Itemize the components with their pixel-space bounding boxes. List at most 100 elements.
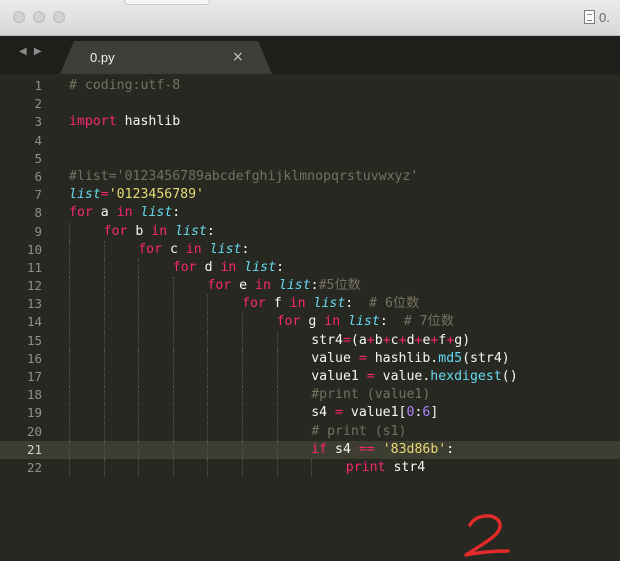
indent-guide (103, 458, 105, 478)
tab-0-py[interactable]: 0.py × (60, 41, 272, 74)
code-token: in (324, 314, 341, 330)
code-line[interactable]: 7 list='0123456789' (0, 186, 620, 204)
indent-guide (172, 404, 174, 423)
indent-guide (69, 222, 70, 241)
code-token: # 7位数 (403, 314, 454, 330)
code-token: + (382, 332, 391, 348)
code-line[interactable]: 15 str4=(a+b+c+d+e+f+g) (0, 331, 620, 350)
indent-guide (69, 295, 70, 314)
indent-guide (172, 368, 174, 387)
indent-guide (69, 277, 70, 296)
code-token: list (175, 223, 207, 239)
code-token: value1[ (342, 405, 407, 421)
code-text: for g in list: # 7位数 (277, 313, 454, 331)
code-line[interactable]: 16 value = hashlib.md5(str4) (0, 349, 620, 368)
indent-guide (69, 440, 70, 459)
line-number: 16 (26, 350, 42, 366)
code-text: value1 = value.hexdigest() (311, 368, 517, 386)
line-number: 2 (34, 96, 42, 112)
code-line[interactable]: 1 # coding:utf-8 (0, 77, 620, 95)
indent-guide (138, 458, 140, 478)
code-line[interactable]: 21 if s4 == '83d86b': (0, 440, 620, 459)
minimize-window-button[interactable] (33, 11, 45, 23)
indent-guide (276, 368, 278, 387)
code-text: import hashlib (69, 113, 180, 131)
code-token: in (220, 259, 237, 275)
code-line[interactable]: 17 value1 = value.hexdigest() (0, 368, 620, 387)
indent-guide (276, 386, 278, 405)
indent-guide (103, 440, 105, 459)
indent-guide (276, 349, 278, 368)
code-line[interactable]: 12 for e in list:#5位数 (0, 277, 620, 296)
code-token: e (231, 278, 256, 294)
zoom-window-button[interactable] (53, 11, 65, 23)
code-token: c (162, 241, 186, 257)
indent-guide (242, 440, 243, 459)
code-token: for (138, 241, 163, 257)
code-token: () (501, 369, 518, 384)
indent-guide (138, 331, 140, 350)
indent-guide (69, 258, 70, 278)
code-line[interactable]: 22 print str4 (0, 458, 620, 478)
code-text: for d in list: (173, 259, 284, 277)
code-token: in (255, 278, 271, 294)
code-line[interactable]: 13 for f in list: # 6位数 (0, 295, 620, 314)
code-token: hashlib. (366, 350, 439, 366)
code-line[interactable]: 14 for g in list: # 7位数 (0, 313, 620, 332)
indent-guide (172, 277, 174, 296)
code-line[interactable]: 19 s4 = value1[0:6] (0, 404, 620, 423)
code-token: for (207, 278, 232, 294)
code-text: for b in list: (104, 223, 215, 241)
code-token: = (342, 332, 351, 348)
nav-arrows-icon[interactable]: ◀ ▶ (19, 46, 44, 57)
indent-guide (138, 295, 140, 314)
code-token: : (241, 241, 250, 257)
line-number: 12 (26, 278, 42, 294)
code-token: : (379, 314, 404, 330)
code-line[interactable]: 18 #print (value1) (0, 386, 620, 405)
code-line[interactable]: 3 import hashlib (0, 113, 620, 131)
code-line[interactable]: 4 (0, 132, 620, 150)
code-token: a (92, 205, 117, 221)
handwritten-annotation (464, 514, 510, 557)
indent-guide (276, 404, 278, 423)
indent-guide (207, 404, 209, 423)
indent-guide (69, 349, 70, 368)
code-text: s4 = value1[0:6] (311, 404, 438, 422)
code-area[interactable]: 1 # coding:utf-8 2 3 import hashlib 4 5 6 #list=… (0, 77, 620, 478)
line-number: 20 (26, 423, 42, 439)
close-icon[interactable]: × (232, 49, 244, 65)
code-token: in (116, 205, 133, 221)
code-editor[interactable]: 1 # coding:utf-8 2 3 import hashlib 4 5 6 #list=… (0, 74, 620, 557)
indent-guide (69, 331, 70, 350)
code-line[interactable]: 6 #list='0123456789abcdefghijklmnopqrstuv… (0, 168, 620, 186)
line-number: 21 (26, 441, 42, 457)
indent-guide (172, 331, 174, 350)
code-line[interactable]: 5 (0, 150, 620, 168)
code-line[interactable]: 2 (0, 95, 620, 113)
code-line[interactable]: 20 # print (s1) (0, 422, 620, 441)
code-line[interactable]: 10 for c in list: (0, 240, 620, 259)
indent-guide (172, 313, 174, 332)
code-text: value = hashlib.md5(str4) (311, 350, 510, 368)
indent-guide (207, 422, 209, 441)
code-token: hexdigest (430, 369, 502, 384)
indent-guide (242, 349, 243, 368)
code-line[interactable]: 11 for d in list: (0, 258, 620, 278)
code-line[interactable]: 9 for b in list: (0, 222, 620, 241)
code-text: #list='0123456789abcdefghijklmnopqrstuvw… (69, 168, 418, 186)
line-number: 13 (26, 296, 42, 312)
line-number: 7 (34, 187, 42, 203)
close-window-button[interactable] (13, 11, 25, 23)
code-token: for (276, 314, 301, 330)
code-text: # print (s1) (311, 423, 406, 441)
code-text: for c in list: (138, 241, 249, 259)
indent-guide (207, 440, 209, 459)
indent-guide (138, 313, 140, 332)
code-token: (a (350, 332, 367, 348)
line-number: 22 (26, 459, 42, 475)
code-line[interactable]: 8 for a in list: (0, 204, 620, 222)
